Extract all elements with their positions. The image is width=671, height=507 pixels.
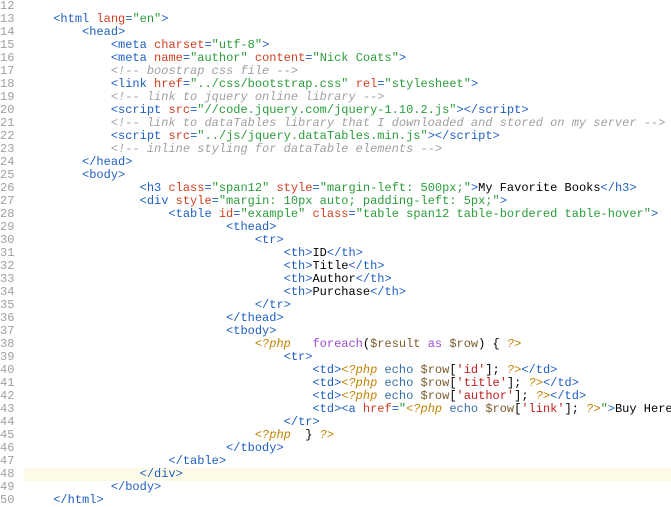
line-number-gutter: 1213141516171819202122232425262728293031… — [0, 0, 20, 507]
code-line[interactable]: </html> — [24, 494, 671, 507]
code-line[interactable]: </body> — [24, 481, 671, 494]
code-area[interactable]: <html lang="en"> <head> <meta charset="u… — [20, 0, 671, 507]
line-number: 50 — [0, 494, 14, 507]
code-editor: 1213141516171819202122232425262728293031… — [0, 0, 671, 507]
